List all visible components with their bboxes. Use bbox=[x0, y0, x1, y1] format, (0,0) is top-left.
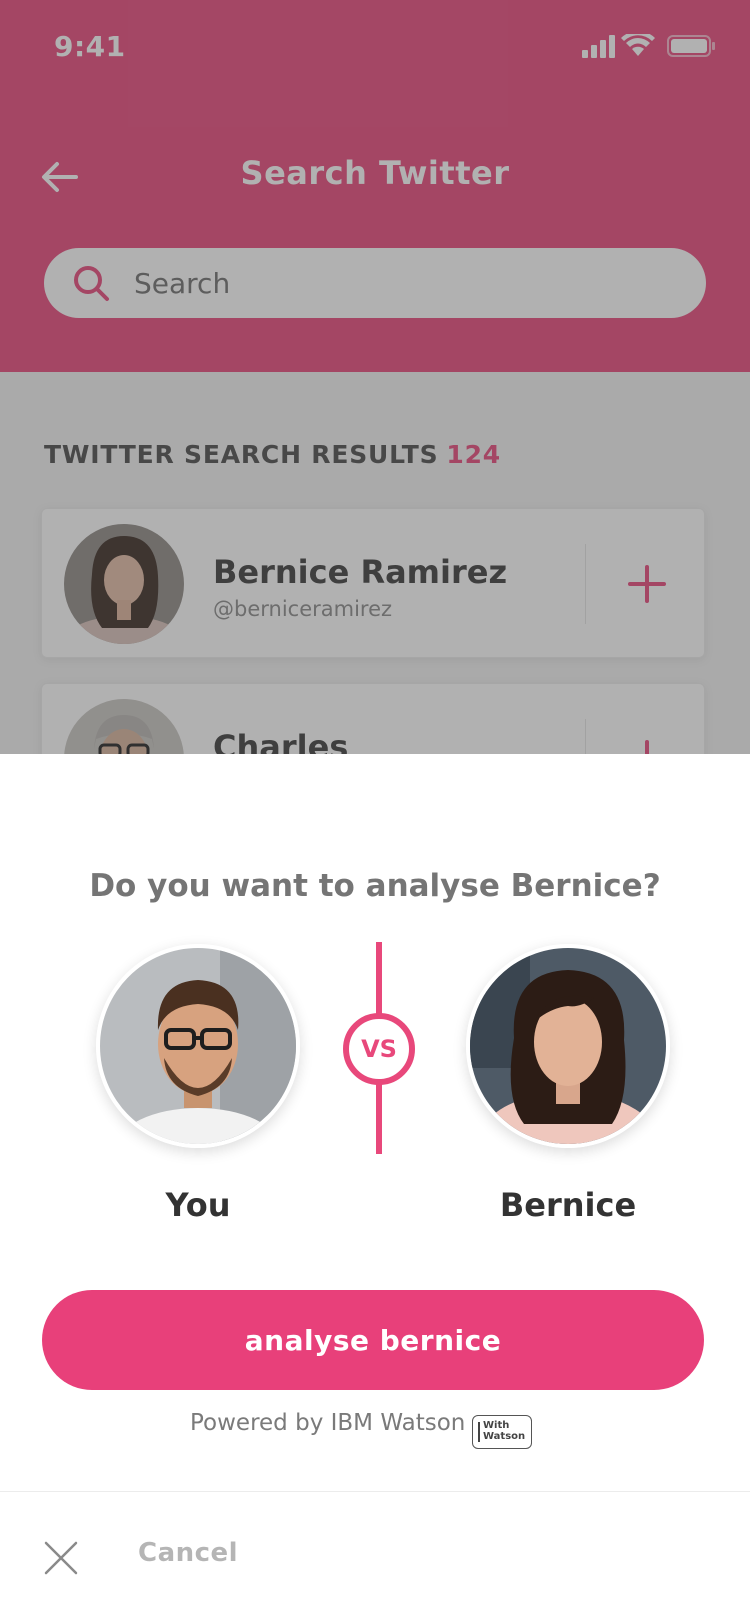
search-screen: 9:41 Search Twitter Search TWITTER SEARC… bbox=[0, 0, 750, 756]
dialog-question: Do you want to analyse Bernice? bbox=[89, 868, 661, 904]
badge-line-2: Watson bbox=[483, 1431, 526, 1442]
footer-divider bbox=[0, 1491, 750, 1492]
bernice-label: Bernice bbox=[499, 1186, 637, 1224]
analyse-dialog: Do you want to analyse Bernice? VS You B… bbox=[0, 754, 750, 1624]
you-label: You bbox=[165, 1186, 231, 1224]
close-icon[interactable] bbox=[43, 1540, 79, 1576]
watson-badge: With Watson bbox=[472, 1415, 532, 1449]
badge-line-1: With bbox=[483, 1420, 510, 1431]
badge-bar bbox=[478, 1422, 480, 1442]
vs-label: VS bbox=[361, 1035, 397, 1063]
powered-by-text: Powered by IBM Watson bbox=[190, 1410, 466, 1436]
cancel-button[interactable]: Cancel bbox=[138, 1538, 238, 1568]
vs-badge: VS bbox=[343, 1013, 415, 1085]
bernice-avatar bbox=[466, 944, 670, 1148]
modal-backdrop[interactable] bbox=[0, 0, 750, 756]
analyse-button[interactable]: analyse bernice bbox=[42, 1290, 704, 1390]
you-avatar bbox=[96, 944, 300, 1148]
